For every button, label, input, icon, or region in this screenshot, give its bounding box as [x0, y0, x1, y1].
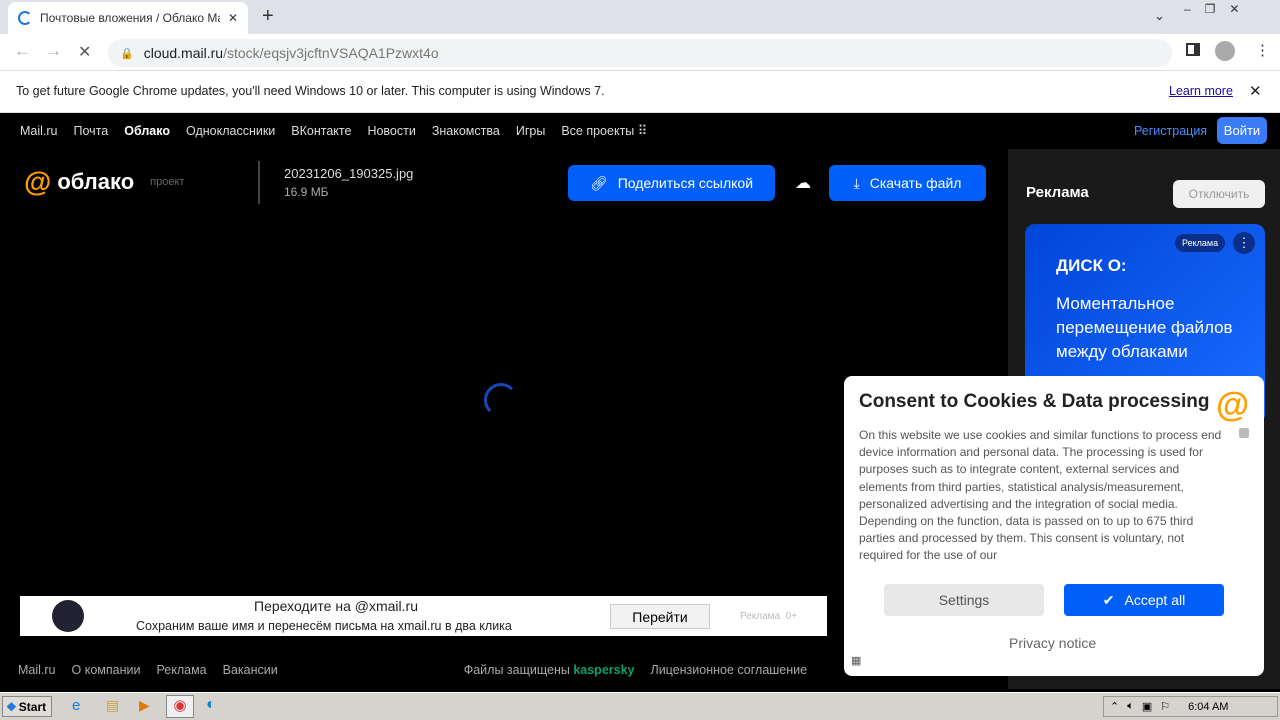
infobar-message: To get future Google Chrome updates, you… — [16, 84, 605, 98]
accept-all-button[interactable]: ✔ Accept all — [1064, 584, 1224, 616]
download-button[interactable]: ⤓ Скачать файл — [829, 165, 986, 201]
loading-icon — [18, 11, 32, 25]
ad-brand: ДИСК О: — [1056, 256, 1127, 275]
scrollbar[interactable] — [1239, 428, 1249, 438]
file-name: 20231206_190325.jpg — [284, 166, 414, 181]
cookie-consent-dialog: Consent to Cookies & Data processing @ O… — [844, 376, 1264, 676]
at-logo-icon: @ — [24, 166, 52, 197]
portal-nav: Mail.ru Почта Облако Одноклассники ВКонт… — [0, 113, 1280, 149]
taskbar: ❖ Start e ▤ ▶ ◉ ◐ ⌃ 🔈︎ ▣ ⚐ 6:04 AM — [0, 692, 1280, 720]
learn-more-link[interactable]: Learn more — [1169, 84, 1233, 98]
link-icon: 🔗︎ — [589, 174, 608, 191]
cloud-logo[interactable]: @ облако проект — [24, 166, 184, 198]
tab-title: Почтовые вложения / Облако Mail — [40, 11, 220, 25]
update-infobar: To get future Google Chrome updates, you… — [0, 71, 1280, 113]
nav-pochta[interactable]: Почта — [74, 124, 109, 138]
ad-more-icon[interactable]: ⋮ — [1233, 232, 1255, 254]
grid-icon: ⠿ — [637, 123, 648, 138]
ad-text: Моментальное перемещение файлов между об… — [1056, 294, 1233, 361]
explorer-icon[interactable]: ▤ — [106, 697, 119, 714]
file-info: 20231206_190325.jpg 16.9 МБ — [284, 166, 413, 199]
nav-games[interactable]: Игры — [516, 124, 545, 138]
windows-logo-icon: ❖ — [6, 699, 17, 714]
ie-icon[interactable]: e — [72, 697, 80, 714]
stop-icon[interactable]: ✕ — [78, 42, 91, 62]
nav-ok[interactable]: Одноклассники — [186, 124, 275, 138]
login-button[interactable]: Войти — [1217, 117, 1267, 144]
nav-oblako[interactable]: Облако — [124, 124, 170, 138]
browser-tab[interactable]: Почтовые вложения / Облако Mail ✕ — [8, 2, 248, 34]
side-panel-icon[interactable] — [1186, 43, 1200, 56]
ad-badge: Реклама — [1175, 234, 1226, 252]
forward-icon[interactable]: → — [45, 41, 62, 61]
xmail-banner[interactable]: Переходите на @xmail.ru Сохраним ваше им… — [20, 596, 827, 636]
protection-note: Файлы защищены kaspersky — [463, 663, 635, 677]
flag-icon[interactable]: ⚐ — [1160, 700, 1170, 713]
file-size: 16.9 МБ — [284, 185, 329, 199]
edge-icon[interactable]: ◐ — [206, 696, 216, 714]
volume-icon[interactable]: 🔈︎ — [1127, 700, 1134, 713]
sidebar-title: Реклама — [1026, 184, 1089, 201]
qr-icon: ▦ — [851, 655, 862, 667]
back-icon[interactable]: ← — [14, 41, 31, 61]
settings-button[interactable]: Settings — [884, 584, 1044, 616]
footer-link[interactable]: О компании — [72, 663, 141, 677]
nav-dating[interactable]: Знакомства — [432, 124, 500, 138]
media-player-icon[interactable]: ▶ — [139, 697, 150, 714]
profile-icon[interactable] — [1215, 41, 1235, 61]
cookie-title: Consent to Cookies & Data processing — [859, 391, 1210, 412]
close-infobar-icon[interactable]: ✕ — [1249, 82, 1262, 100]
banner-image — [52, 600, 84, 632]
download-icon: ⤓ — [853, 174, 860, 191]
cookie-body: On this website we use cookies and simil… — [859, 428, 1222, 563]
footer-link[interactable]: Вакансии — [223, 663, 278, 677]
disable-ads-button[interactable]: Отключить — [1173, 180, 1265, 208]
check-icon: ✔ — [1102, 591, 1115, 608]
system-tray: ⌃ 🔈︎ ▣ ⚐ 6:04 AM — [1103, 696, 1278, 717]
privacy-notice-link[interactable]: Privacy notice — [1009, 635, 1096, 651]
divider — [258, 161, 260, 204]
upload-cloud-icon[interactable]: ☁ — [795, 173, 811, 193]
new-tab-button[interactable]: + — [262, 5, 274, 28]
address-bar[interactable]: 🔒 cloud.mail.ru/stock/eqsjv3jcftnVSAQA1P… — [108, 39, 1172, 67]
nav-all-projects[interactable]: Все проекты ⠿ — [561, 123, 647, 139]
clock[interactable]: 6:04 AM — [1188, 701, 1228, 713]
banner-text: Сохраним ваше имя и перенесём письма на … — [136, 619, 512, 633]
url: cloud.mail.ru/stock/eqsjv3jcftnVSAQA1Pzw… — [143, 45, 439, 61]
tab-search-icon[interactable]: ⌄ — [1154, 8, 1165, 24]
footer-link[interactable]: Реклама — [156, 663, 206, 677]
nav-news[interactable]: Новости — [367, 124, 415, 138]
nav-mailru[interactable]: Mail.ru — [20, 124, 58, 138]
window-controls[interactable]: –❐✕ — [1184, 2, 1254, 16]
lock-icon: 🔒 — [120, 47, 134, 60]
loading-spinner — [484, 383, 518, 417]
menu-icon[interactable]: ⋮ — [1255, 41, 1270, 59]
tab-strip: Почтовые вложения / Облако Mail ✕ + ⌄ –❐… — [0, 0, 1280, 34]
close-tab-icon[interactable]: ✕ — [228, 11, 238, 25]
tray-arrow-icon[interactable]: ⌃ — [1110, 700, 1119, 713]
banner-ad-label: Реклама 0+ — [740, 611, 798, 622]
chrome-icon[interactable]: ◉ — [166, 695, 194, 718]
start-button[interactable]: ❖ Start — [2, 696, 52, 717]
network-icon[interactable]: ▣ — [1142, 700, 1152, 713]
mail-at-logo: @ — [1216, 386, 1250, 424]
banner-go-button[interactable]: Перейти — [610, 604, 710, 629]
nav-vk[interactable]: ВКонтакте — [291, 124, 351, 138]
share-link-button[interactable]: 🔗︎ Поделиться ссылкой — [568, 165, 775, 201]
banner-title: Переходите на @xmail.ru — [254, 598, 418, 614]
footer-link[interactable]: Mail.ru — [18, 663, 56, 677]
license-link[interactable]: Лицензионное соглашение — [651, 663, 808, 677]
register-link[interactable]: Регистрация — [1134, 124, 1207, 138]
